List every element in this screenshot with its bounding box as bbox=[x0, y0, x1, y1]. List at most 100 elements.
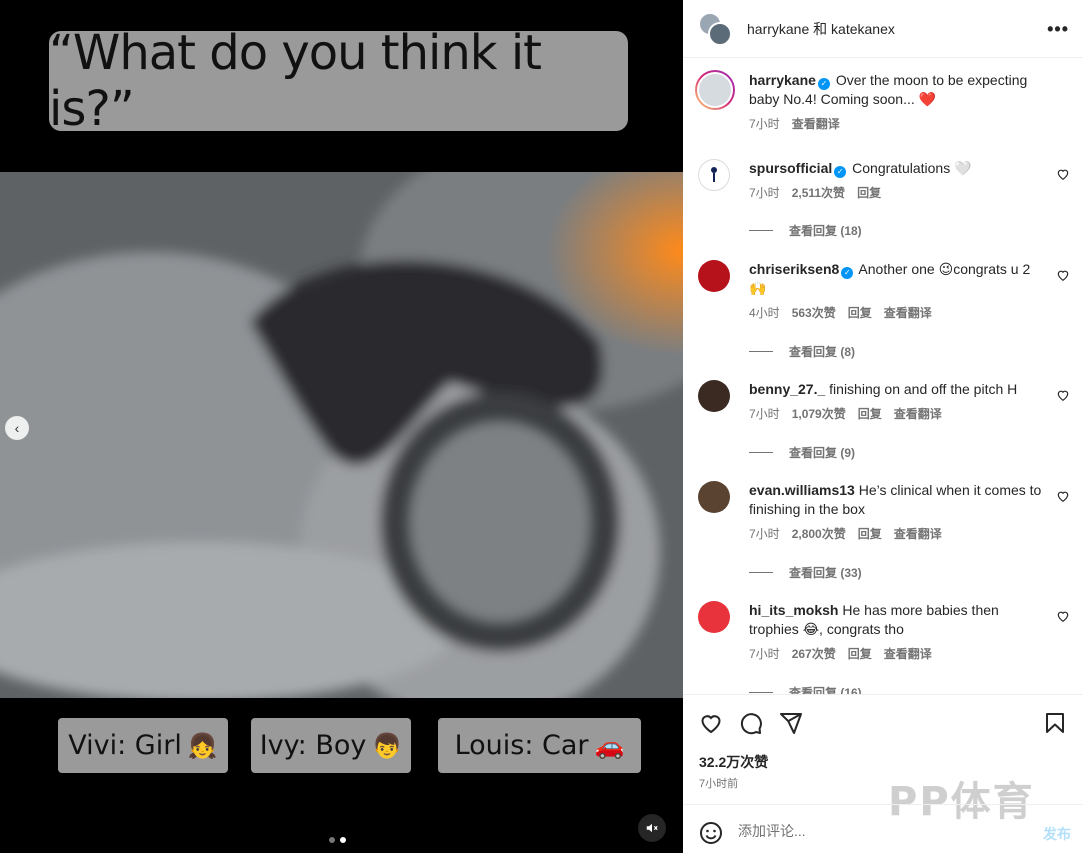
translate-button[interactable]: 查看翻译 bbox=[792, 115, 840, 134]
heart-icon[interactable] bbox=[699, 711, 723, 735]
comments-list[interactable]: harrykane ✓ Over the moon to be expecting… bbox=[683, 58, 1083, 694]
translate-button[interactable]: 查看翻译 bbox=[884, 645, 932, 664]
cockerel-logo-icon bbox=[711, 167, 717, 182]
post-header: harrykane 和 katekanex ••• bbox=[683, 0, 1083, 58]
avatar[interactable] bbox=[698, 260, 730, 292]
comment-text: finishing on and off the pitch H bbox=[829, 381, 1018, 397]
translate-button[interactable]: 查看翻译 bbox=[884, 304, 932, 323]
heart-icon[interactable] bbox=[1056, 167, 1070, 181]
reply-button[interactable]: 回复 bbox=[858, 525, 882, 544]
comment-time: 4小时 bbox=[749, 306, 780, 320]
view-replies-label: 查看回复 (18) bbox=[789, 224, 862, 238]
heart-icon[interactable] bbox=[1056, 489, 1070, 503]
reply-button[interactable]: 回复 bbox=[857, 184, 881, 203]
comment-time: 7小时 bbox=[749, 186, 780, 200]
comment-likes[interactable]: 267次赞 bbox=[792, 645, 836, 664]
comment-body: benny_27._ finishing on and off the pitc… bbox=[749, 380, 1044, 424]
heart-icon[interactable] bbox=[1056, 609, 1070, 623]
comment-likes[interactable]: 2,800次赞 bbox=[792, 525, 846, 544]
comment-body: hi_its_moksh He has more babies then tro… bbox=[749, 601, 1044, 664]
avatar[interactable] bbox=[698, 159, 730, 191]
comment-icon[interactable] bbox=[739, 711, 763, 735]
replies-divider bbox=[749, 452, 773, 453]
caption-body: harrykane ✓ Over the moon to be expecting… bbox=[749, 71, 1039, 134]
post-actions: 32.2万次赞 7小时前 PP体育 bbox=[683, 694, 1083, 825]
carousel-dot-active[interactable] bbox=[340, 837, 346, 843]
post-timestamp[interactable]: 7小时前 bbox=[699, 775, 738, 791]
view-replies-label: 查看回复 (8) bbox=[789, 345, 856, 359]
verified-icon: ✓ bbox=[841, 267, 854, 279]
view-replies-button[interactable]: 查看回复 (9) bbox=[749, 444, 855, 461]
comment-likes[interactable]: 2,511次赞 bbox=[792, 184, 845, 203]
collab-avatars[interactable] bbox=[698, 12, 732, 46]
caption-meta: 7小时 查看翻译 bbox=[749, 115, 1039, 134]
comment-time: 7小时 bbox=[749, 527, 780, 541]
comment-time: 7小时 bbox=[749, 407, 780, 421]
media-caption-box: “What do you think it is?” bbox=[49, 25, 628, 137]
speaker-muted-icon bbox=[646, 823, 658, 833]
media-caption-text: “What do you think it is?” bbox=[49, 25, 542, 137]
boy-emoji-icon: 👦 bbox=[372, 731, 403, 760]
reply-button[interactable]: 回复 bbox=[858, 405, 882, 424]
emoji-icon[interactable] bbox=[699, 821, 723, 845]
comment-time: 7小时 bbox=[749, 647, 780, 661]
caption-username[interactable]: harrykane bbox=[749, 72, 816, 88]
view-replies-button[interactable]: 查看回复 (33) bbox=[749, 564, 862, 581]
comment-meta: 7小时 2,800次赞 回复 查看翻译 bbox=[749, 525, 1044, 544]
translate-button[interactable]: 查看翻译 bbox=[894, 405, 942, 424]
replies-divider bbox=[749, 572, 773, 573]
comment-meta: 7小时 2,511次赞 回复 bbox=[749, 184, 1044, 203]
avatar[interactable] bbox=[698, 601, 730, 633]
avatar[interactable] bbox=[698, 380, 730, 412]
post-media: “What do you think it is?” Vivi: Girl 👧 … bbox=[0, 0, 683, 853]
reply-button[interactable]: 回复 bbox=[848, 645, 872, 664]
car-emoji-icon: 🚗 bbox=[594, 731, 625, 760]
view-replies-button[interactable]: 查看回复 (8) bbox=[749, 343, 855, 360]
comment-username[interactable]: benny_27._ bbox=[749, 381, 825, 397]
more-icon[interactable]: ••• bbox=[1047, 19, 1069, 40]
comment-username[interactable]: evan.williams13 bbox=[749, 482, 855, 498]
translate-button[interactable]: 查看翻译 bbox=[894, 525, 942, 544]
comment-username[interactable]: chriseriksen8 bbox=[749, 261, 839, 277]
comment-username[interactable]: spursofficial bbox=[749, 160, 832, 176]
replies-divider bbox=[749, 351, 773, 352]
label-ivy-text: Ivy: Boy bbox=[259, 730, 367, 761]
carousel-dots bbox=[329, 837, 346, 843]
comment-text: Congratulations 🤍 bbox=[852, 160, 972, 176]
verified-icon: ✓ bbox=[817, 78, 830, 90]
comment-username[interactable]: hi_its_moksh bbox=[749, 602, 838, 618]
comment-likes[interactable]: 1,079次赞 bbox=[792, 405, 846, 424]
comment-likes[interactable]: 563次赞 bbox=[792, 304, 836, 323]
bookmark-icon[interactable] bbox=[1043, 711, 1067, 735]
comment-meta: 7小时 267次赞 回复 查看翻译 bbox=[749, 645, 1044, 664]
label-louis-text: Louis: Car bbox=[454, 730, 589, 761]
post-authors[interactable]: harrykane 和 katekanex bbox=[747, 19, 895, 39]
comment-body: spursofficial ✓ Congratulations 🤍 7小时 2,5… bbox=[749, 159, 1044, 203]
ultrasound-image bbox=[0, 172, 683, 698]
comment-composer: 发布 bbox=[683, 804, 1083, 853]
share-icon[interactable] bbox=[779, 711, 803, 735]
avatar[interactable] bbox=[695, 70, 735, 110]
label-louis: Louis: Car 🚗 bbox=[438, 718, 641, 773]
comment-meta: 4小时 563次赞 回复 查看翻译 bbox=[749, 304, 1044, 323]
like-count[interactable]: 32.2万次赞 bbox=[699, 752, 768, 772]
mute-icon[interactable] bbox=[638, 814, 666, 842]
label-vivi-text: Vivi: Girl bbox=[68, 730, 182, 761]
girl-emoji-icon: 👧 bbox=[187, 731, 218, 760]
chevron-left-icon[interactable]: ‹ bbox=[5, 416, 29, 440]
avatar[interactable] bbox=[708, 22, 732, 46]
heart-icon[interactable] bbox=[1056, 268, 1070, 282]
label-vivi: Vivi: Girl 👧 bbox=[58, 718, 228, 773]
avatar[interactable] bbox=[698, 481, 730, 513]
comment-body: chriseriksen8 ✓ Another one 😉congrats u 2… bbox=[749, 260, 1044, 323]
carousel-dot[interactable] bbox=[329, 837, 335, 843]
view-replies-button[interactable]: 查看回复 (18) bbox=[749, 222, 862, 239]
view-replies-label: 查看回复 (33) bbox=[789, 566, 862, 580]
reply-button[interactable]: 回复 bbox=[848, 304, 872, 323]
comment-input[interactable] bbox=[738, 818, 1018, 844]
heart-icon[interactable] bbox=[1056, 388, 1070, 402]
post-comment-button[interactable]: 发布 bbox=[1043, 824, 1071, 844]
view-replies-button[interactable]: 查看回复 (16) bbox=[749, 684, 862, 694]
comment-meta: 7小时 1,079次赞 回复 查看翻译 bbox=[749, 405, 1044, 424]
view-replies-label: 查看回复 (9) bbox=[789, 446, 856, 460]
